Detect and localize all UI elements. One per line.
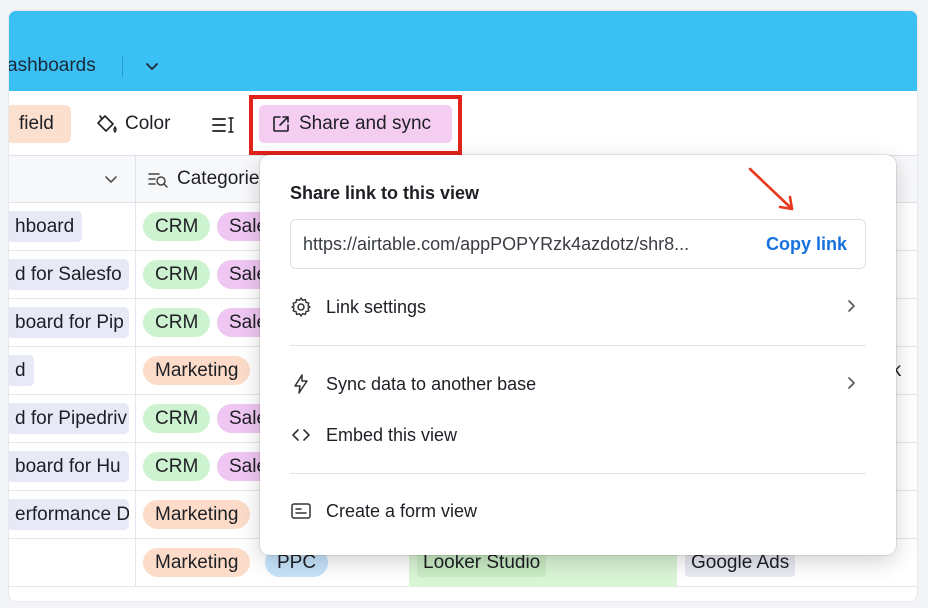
cell-divider	[135, 347, 136, 394]
create-form-label: Create a form view	[326, 500, 478, 521]
sync-data-label: Sync data to another base	[326, 373, 537, 394]
tag-crm: CRM	[143, 452, 211, 481]
record-name-cell[interactable]: board for Pip	[9, 307, 129, 338]
color-button[interactable]: Color	[95, 105, 170, 143]
annotation-arrow	[748, 167, 794, 211]
hide-fields-button[interactable]: field	[9, 105, 71, 143]
gear-icon	[290, 296, 312, 318]
share-and-sync-label: Share and sync	[299, 113, 432, 134]
record-name-cell[interactable]: board for Hu	[9, 451, 129, 482]
tag-marketing: Marketing	[143, 500, 251, 529]
cell-divider	[135, 395, 136, 442]
chevron-right-icon	[848, 377, 855, 389]
link-settings-item[interactable]: Link settings	[290, 289, 866, 325]
breadcrumb-divider	[122, 57, 123, 77]
link-settings-label: Link settings	[326, 296, 427, 317]
paint-bucket-icon	[97, 115, 117, 133]
sync-data-item[interactable]: Sync data to another base	[290, 366, 866, 402]
record-name-cell[interactable]: d for Salesfo	[9, 259, 129, 290]
share-link-field[interactable]: https://airtable.com/appPOPYRzk4azdotz/s…	[290, 219, 866, 269]
multiselect-field-icon	[148, 173, 168, 188]
code-icon	[290, 424, 312, 446]
share-and-sync-button[interactable]: Share and sync	[259, 105, 452, 143]
hide-fields-label: field	[19, 113, 54, 134]
tag-crm: CRM	[143, 212, 211, 241]
chevron-right-icon	[848, 300, 855, 312]
cell-divider	[135, 491, 136, 538]
record-name-cell[interactable]	[9, 547, 23, 578]
external-link-icon	[273, 116, 289, 132]
cell-divider	[135, 299, 136, 346]
column-menu-chevron-icon[interactable]	[103, 171, 119, 187]
lightning-icon	[290, 373, 312, 395]
cell-divider	[135, 203, 136, 250]
row-height-icon[interactable]	[211, 115, 235, 135]
record-name-cell[interactable]: d	[9, 355, 34, 386]
record-name-cell[interactable]: d for Pipedriv	[9, 403, 129, 434]
column-divider	[135, 156, 136, 204]
menu-divider	[290, 473, 866, 474]
cell-divider	[135, 251, 136, 298]
chevron-down-icon[interactable]	[143, 57, 161, 75]
form-icon	[290, 500, 312, 522]
app-window: ashboards field Color Share and sync Cat…	[8, 10, 918, 602]
embed-view-item[interactable]: Embed this view	[290, 417, 866, 453]
tag-crm: CRM	[143, 404, 211, 433]
tag-marketing: Marketing	[143, 548, 251, 577]
create-form-item[interactable]: Create a form view	[290, 493, 866, 529]
tag-crm: CRM	[143, 260, 211, 289]
popover-title: Share link to this view	[290, 183, 480, 203]
copy-link-button[interactable]: Copy link	[766, 234, 847, 255]
menu-divider	[290, 345, 866, 346]
tag-crm: CRM	[143, 308, 211, 337]
record-name-cell[interactable]: hboard	[9, 211, 83, 242]
color-label: Color	[125, 113, 171, 134]
record-name-cell[interactable]: erformance D	[9, 499, 129, 530]
share-link-url: https://airtable.com/appPOPYRzk4azdotz/s…	[303, 234, 690, 254]
categories-header-label: Categorie	[177, 168, 260, 189]
cell-divider	[135, 539, 136, 586]
embed-view-label: Embed this view	[326, 424, 458, 445]
share-popover: Share link to this view https://airtable…	[260, 155, 896, 555]
view-toolbar: field Color Share and sync	[9, 91, 917, 155]
top-bar: ashboards	[9, 11, 917, 91]
column-header-categories[interactable]: Categorie	[147, 168, 259, 190]
tag-marketing: Marketing	[143, 356, 251, 385]
breadcrumb-dashboards[interactable]: ashboards	[9, 55, 96, 77]
cell-divider	[135, 443, 136, 490]
